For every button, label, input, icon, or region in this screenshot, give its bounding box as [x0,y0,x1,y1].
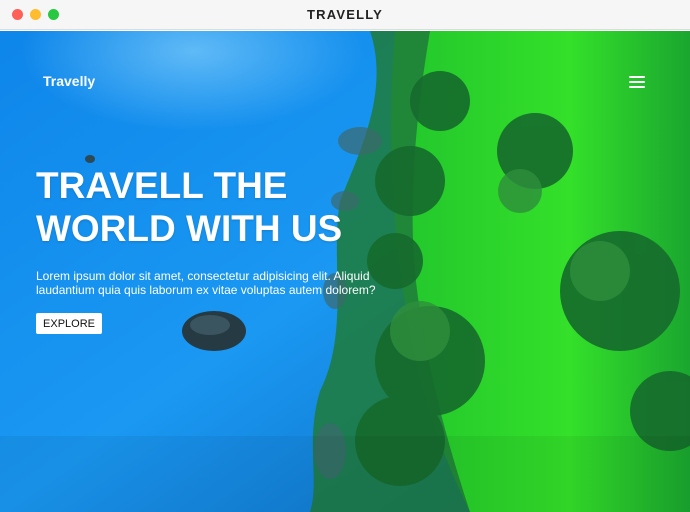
hero-section: Travelly TRAVELL THE WORLD WITH US Lorem… [0,31,690,512]
headline-line-1: TRAVELL THE [36,165,288,206]
headline-line-2: WORLD WITH US [36,208,343,249]
browser-window: TRAVELLY Travelly TRAVELL THE WORLD WITH… [0,0,690,512]
hero-subtext: Lorem ipsum dolor sit amet, consectetur … [36,269,376,297]
brand-logo[interactable]: Travelly [43,73,95,89]
window-title: TRAVELLY [306,7,384,22]
explore-button[interactable]: EXPLORE [36,313,102,334]
close-window-button[interactable] [12,9,23,20]
traffic-lights [12,9,59,20]
hero-headline: TRAVELL THE WORLD WITH US [36,164,396,250]
maximize-window-button[interactable] [48,9,59,20]
minimize-window-button[interactable] [30,9,41,20]
hamburger-menu-icon[interactable] [627,75,647,89]
window-titlebar: TRAVELLY [0,0,690,30]
